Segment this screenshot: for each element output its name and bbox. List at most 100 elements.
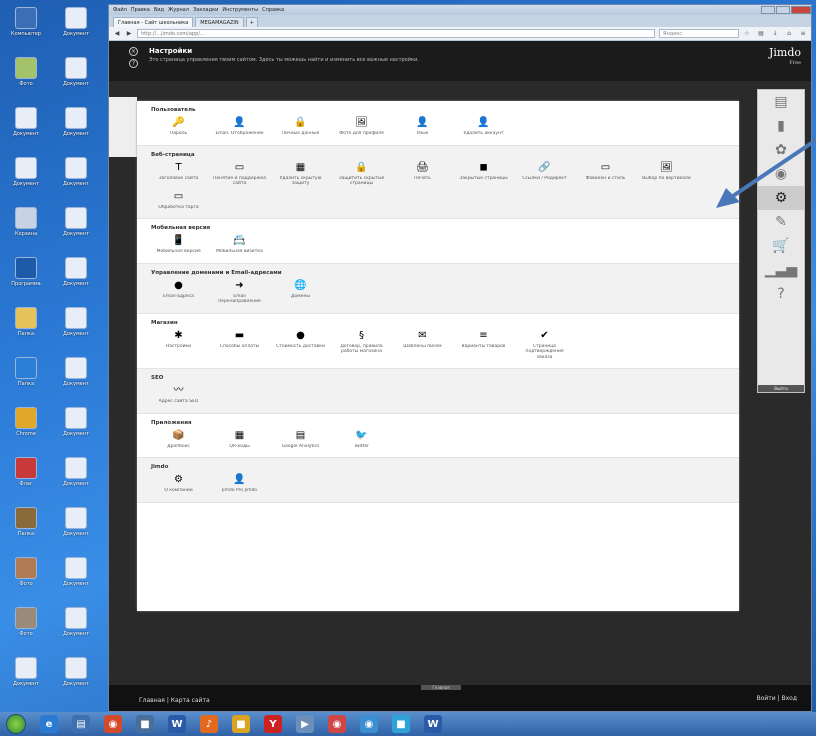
store-icon[interactable]: 🛒	[758, 234, 804, 258]
start-button[interactable]	[6, 714, 26, 734]
desktop-icon[interactable]: Документ	[54, 54, 98, 106]
close-settings-icon[interactable]: ×	[129, 47, 138, 56]
settings-item[interactable]: 🔑 Пароль	[151, 117, 206, 137]
desktop-icon[interactable]: Документ	[4, 104, 48, 156]
settings-item[interactable]: 🖨 Печать	[395, 162, 450, 187]
settings-item[interactable]: ▤ Google Analytics	[273, 430, 328, 450]
desktop-icon[interactable]: Документ	[54, 404, 98, 456]
search-input[interactable]: Яндекс	[659, 29, 739, 38]
settings-item[interactable]: ▬ Способы оплаты	[212, 330, 267, 361]
desktop-icon[interactable]: Папка	[4, 504, 48, 556]
download-icon[interactable]: ↓	[771, 30, 779, 38]
settings-item[interactable]: ▭ Фавикон и стиль	[578, 162, 633, 187]
settings-item[interactable]: 🐦 Twitter	[334, 430, 389, 450]
settings-item[interactable]: ▭ Обработка тарга	[151, 191, 206, 211]
settings-item[interactable]: ✔ Страница подтверждения заказа	[517, 330, 572, 361]
desktop-icon[interactable]: Документ	[54, 354, 98, 406]
settings-item[interactable]: ▦ QR-коды	[212, 430, 267, 450]
forward-icon[interactable]: ▶	[125, 30, 133, 38]
desktop-icon[interactable]: Chrome	[4, 404, 48, 456]
taskbar-app-icon[interactable]: W	[168, 715, 186, 733]
menu-item[interactable]: Файл	[113, 7, 127, 13]
settings-item[interactable]: 🖼 Выбор по вертикали	[639, 162, 694, 187]
jimdo-logo[interactable]: Jimdo Free	[769, 47, 801, 69]
desktop-icon[interactable]: Фото	[4, 604, 48, 656]
bookmarks-icon[interactable]: ▤	[757, 30, 765, 38]
desktop-icon[interactable]: Документ	[54, 104, 98, 156]
taskbar-app-icon[interactable]: ■	[392, 715, 410, 733]
desktop-icon[interactable]: Корзина	[4, 204, 48, 256]
settings-item[interactable]: 👤 Jimdo Pro Jimdo	[212, 474, 267, 494]
settings-item[interactable]: 👤 Email. Отображение	[212, 117, 267, 137]
browser-tab[interactable]: MEGAMAGAZIN	[195, 17, 244, 27]
settings-item[interactable]: 📱 Мобильная версия	[151, 235, 206, 255]
menu-item[interactable]: Инструменты	[222, 7, 258, 13]
menu-icon[interactable]: ≡	[799, 30, 807, 38]
desktop-icon[interactable]: Фото	[4, 554, 48, 606]
menu-item[interactable]: Правка	[131, 7, 150, 13]
taskbar-app-icon[interactable]: ◉	[104, 715, 122, 733]
settings-item[interactable]: 〰 Адрес сайта SEO	[151, 385, 206, 405]
taskbar-app-icon[interactable]: Y	[264, 715, 282, 733]
minimize-button[interactable]	[761, 6, 775, 14]
maximize-button[interactable]	[776, 6, 790, 14]
settings-item[interactable]: 👤 Удалить аккаунт	[456, 117, 511, 137]
desktop-icon[interactable]: Документ	[54, 554, 98, 606]
settings-item[interactable]: 🖼 Фото для профиля	[334, 117, 389, 137]
taskbar-app-icon[interactable]: ■	[136, 715, 154, 733]
settings-item[interactable]: 📇 Мобильная визитка	[212, 235, 267, 255]
desktop-icon[interactable]: Документ	[54, 154, 98, 206]
settings-item[interactable]: ➜ Email перенаправление	[212, 280, 267, 305]
desktop-icon[interactable]: Флаг	[4, 454, 48, 506]
desktop-icon[interactable]: Документ	[54, 604, 98, 656]
desktop-icon[interactable]: Документ	[54, 254, 98, 306]
stats-icon[interactable]: ▁▃▅	[758, 258, 804, 282]
settings-item[interactable]: ✉ Шаблоны писем	[395, 330, 450, 361]
settings-item[interactable]: § Договор, правила работы магазина	[334, 330, 389, 361]
star-icon[interactable]: ☆	[743, 30, 751, 38]
desktop-icon[interactable]: Документ	[4, 654, 48, 706]
taskbar-app-icon[interactable]: e	[40, 715, 58, 733]
settings-item[interactable]: ● Стоимость доставки	[273, 330, 328, 361]
desktop-icon[interactable]: Документ	[54, 504, 98, 556]
taskbar-app-icon[interactable]: ■	[232, 715, 250, 733]
desktop-icon[interactable]: Документ	[54, 654, 98, 706]
desktop-icon[interactable]: Документ	[54, 4, 98, 56]
home-icon[interactable]: ⌂	[785, 30, 793, 38]
settings-item[interactable]: 🔗 Ссылки / Редирект	[517, 162, 572, 187]
close-button[interactable]	[791, 6, 811, 14]
settings-item[interactable]: 🔒 Защитить скрытые страницы	[334, 162, 389, 187]
menu-item[interactable]: Справка	[262, 7, 284, 13]
settings-item[interactable]: ▭ Понятие и поддержка сайта	[212, 162, 267, 187]
desktop-icon[interactable]: Документ	[54, 454, 98, 506]
login-link[interactable]: Войти | Вход	[757, 695, 797, 702]
taskbar-app-icon[interactable]: ♪	[200, 715, 218, 733]
browser-tab[interactable]: Главная - Сайт школьника	[113, 17, 194, 27]
footer-links[interactable]: Главная | Карта сайта	[139, 697, 210, 704]
settings-item[interactable]: ✱ Настройки	[151, 330, 206, 361]
layout-icon[interactable]: ▤	[758, 90, 804, 114]
footer-handle[interactable]: Главная	[421, 685, 461, 690]
new-tab-button[interactable]: +	[245, 17, 258, 27]
taskbar-app-icon[interactable]: ▤	[72, 715, 90, 733]
help-circle-icon[interactable]: ?	[129, 59, 138, 68]
settings-item[interactable]: 🌐 Домены	[273, 280, 328, 305]
desktop-icon[interactable]: Программа	[4, 254, 48, 306]
settings-item[interactable]: 🔒 Личные данные	[273, 117, 328, 137]
desktop-icon[interactable]: Документ	[54, 204, 98, 256]
sidebar-footer[interactable]: Выйти	[758, 385, 804, 392]
taskbar-app-icon[interactable]: W	[424, 715, 442, 733]
desktop-icon[interactable]: Компьютер	[4, 4, 48, 56]
menu-item[interactable]: Закладки	[193, 7, 218, 13]
menu-item[interactable]: Журнал	[168, 7, 189, 13]
desktop-icon[interactable]: Фото	[4, 54, 48, 106]
taskbar-app-icon[interactable]: ◉	[328, 715, 346, 733]
desktop-icon[interactable]: Папка	[4, 354, 48, 406]
settings-item[interactable]: ⚙ О компании	[151, 474, 206, 494]
menu-item[interactable]: Вид	[154, 7, 164, 13]
settings-item[interactable]: ≡ Варианты товаров	[456, 330, 511, 361]
desktop-icon[interactable]: Документ	[54, 304, 98, 356]
settings-item[interactable]: ▦ Удалить скрытую защиту	[273, 162, 328, 187]
desktop-icon[interactable]: Папка	[4, 304, 48, 356]
desktop-icon[interactable]: Документ	[4, 154, 48, 206]
